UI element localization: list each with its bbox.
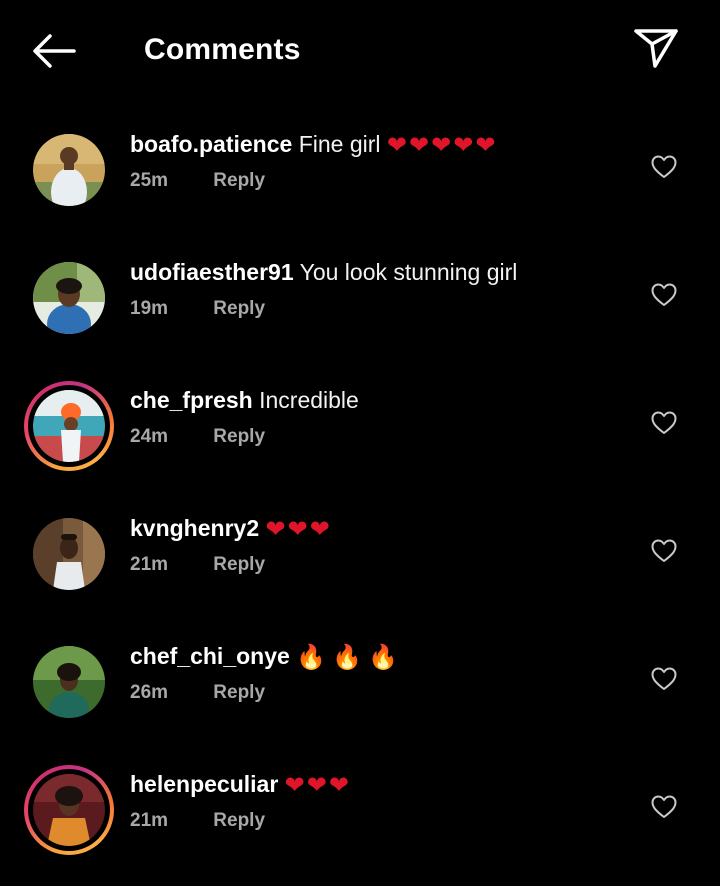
story-ring	[28, 769, 110, 851]
back-button[interactable]	[26, 26, 86, 74]
heart-outline-icon	[651, 795, 677, 818]
comment-text: Incredible	[259, 387, 359, 413]
comment-meta: 21m Reply	[130, 554, 265, 576]
paper-plane-icon	[634, 29, 678, 68]
like-button[interactable]	[650, 538, 678, 564]
comment-meta: 25m Reply	[130, 170, 265, 192]
avatar[interactable]	[33, 134, 105, 206]
comment-item: kvnghenry2 ❤❤❤ 21m Reply	[0, 484, 720, 612]
comment-item: chef_chi_onye 🔥🔥🔥 26m Reply	[0, 612, 720, 740]
header: Comments	[0, 0, 720, 100]
comment-meta: 19m Reply	[130, 298, 265, 320]
avatar-photo	[33, 390, 105, 462]
reply-button[interactable]: Reply	[213, 810, 265, 831]
comment-username[interactable]: udofiaesther91	[130, 259, 294, 285]
comment-text-line: che_fpresh Incredible	[130, 384, 359, 416]
reply-button[interactable]: Reply	[213, 426, 265, 447]
story-ring	[28, 385, 110, 467]
like-button[interactable]	[650, 794, 678, 820]
comment-username[interactable]: boafo.patience	[130, 131, 292, 157]
comment-text: Fine girl	[298, 131, 381, 157]
like-button[interactable]	[650, 154, 678, 180]
comment-username[interactable]: che_fpresh	[130, 387, 253, 413]
heart-emoji: ❤❤❤	[265, 515, 332, 543]
share-button[interactable]	[628, 22, 684, 76]
comment-meta: 24m Reply	[130, 426, 265, 448]
page-title: Comments	[144, 33, 301, 66]
heart-outline-icon	[651, 539, 677, 562]
comment-time: 26m	[130, 682, 169, 703]
avatar-with-story-ring[interactable]	[24, 765, 114, 855]
reply-button[interactable]: Reply	[213, 170, 265, 191]
heart-outline-icon	[651, 283, 677, 306]
reply-button[interactable]: Reply	[213, 298, 265, 319]
avatar[interactable]	[33, 518, 105, 590]
comment-text-line: helenpeculiar ❤❤❤	[130, 768, 351, 801]
like-button[interactable]	[650, 410, 678, 436]
reply-button[interactable]: Reply	[213, 682, 265, 703]
comment-time: 21m	[130, 554, 169, 575]
like-button[interactable]	[650, 666, 678, 692]
heart-outline-icon	[651, 411, 677, 434]
comment-time: 25m	[130, 170, 169, 191]
comment-username[interactable]: kvnghenry2	[130, 515, 259, 541]
comment-meta: 21m Reply	[130, 810, 265, 832]
avatar-photo	[33, 774, 105, 846]
comment-item: helenpeculiar ❤❤❤ 21m Reply	[0, 740, 720, 868]
comment-list: boafo.patience Fine girl ❤❤❤❤❤ 25m Reply	[0, 100, 720, 868]
avatar[interactable]	[33, 646, 105, 718]
arrow-left-icon	[33, 34, 76, 68]
like-button[interactable]	[650, 282, 678, 308]
comment-text-line: boafo.patience Fine girl ❤❤❤❤❤	[130, 128, 497, 161]
avatar[interactable]	[33, 262, 105, 334]
comment-text-line: udofiaesther91 You look stunning girl	[130, 256, 517, 288]
comment-text: You look stunning girl	[299, 259, 518, 285]
comment-meta: 26m Reply	[130, 682, 265, 704]
comment-username[interactable]: chef_chi_onye	[130, 643, 290, 669]
reply-button[interactable]: Reply	[213, 554, 265, 575]
comment-text-line: kvnghenry2 ❤❤❤	[130, 512, 332, 545]
comment-item: udofiaesther91 You look stunning girl 19…	[0, 228, 720, 356]
heart-emoji: ❤❤❤❤❤	[386, 131, 498, 159]
heart-outline-icon	[651, 667, 677, 690]
comment-username[interactable]: helenpeculiar	[130, 771, 278, 797]
comment-item: che_fpresh Incredible 24m Reply	[0, 356, 720, 484]
heart-emoji: ❤❤❤	[284, 771, 351, 799]
comment-time: 21m	[130, 810, 169, 831]
heart-outline-icon	[651, 155, 677, 178]
avatar-with-story-ring[interactable]	[24, 381, 114, 471]
comment-time: 19m	[130, 298, 169, 319]
comment-time: 24m	[130, 426, 169, 447]
fire-emoji: 🔥🔥🔥	[296, 643, 404, 671]
comment-item: boafo.patience Fine girl ❤❤❤❤❤ 25m Reply	[0, 100, 720, 228]
comment-text-line: chef_chi_onye 🔥🔥🔥	[130, 640, 404, 673]
